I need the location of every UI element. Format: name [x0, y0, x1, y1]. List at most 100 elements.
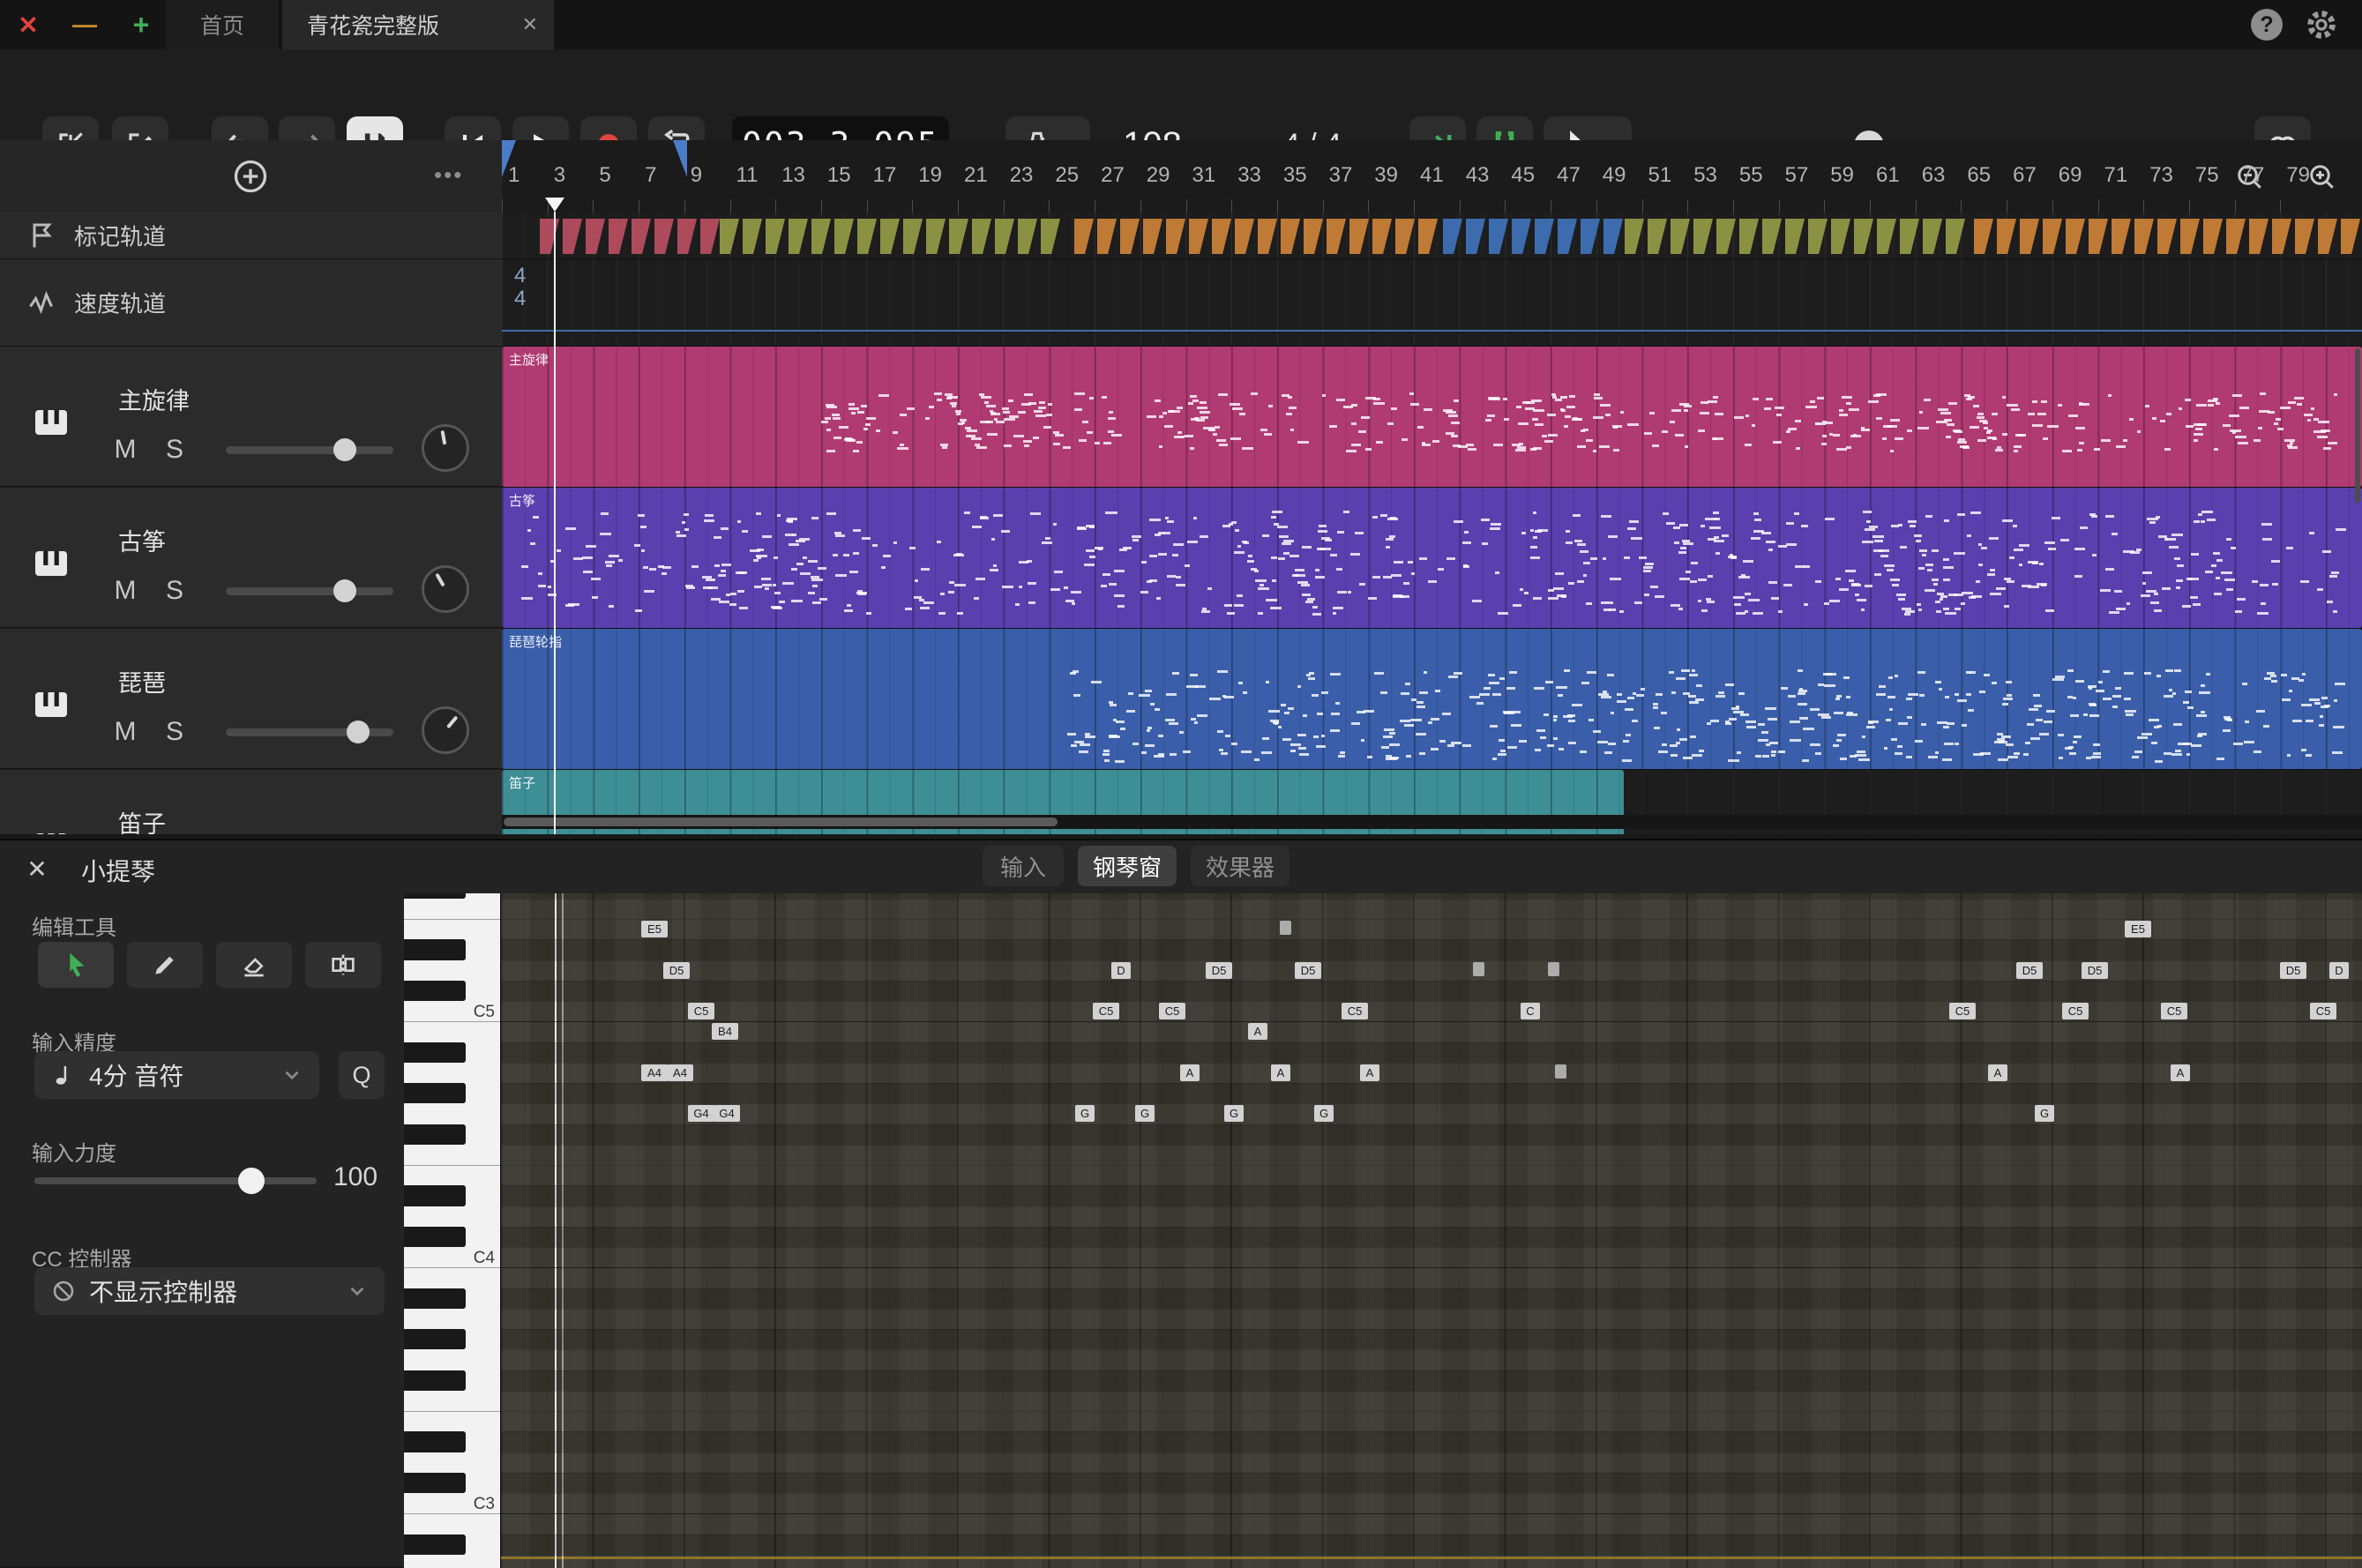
add-track-button[interactable]: [231, 157, 270, 196]
loop-end-marker[interactable]: [673, 140, 687, 177]
marker-track-header[interactable]: 标记轨道: [0, 213, 502, 259]
track-header[interactable]: 主旋律MS: [0, 347, 502, 487]
midi-note[interactable]: A: [1360, 1064, 1379, 1081]
piano-black-key[interactable]: [404, 1227, 466, 1247]
marker-flag[interactable]: [1854, 219, 1873, 254]
marker-flag[interactable]: [1466, 219, 1485, 254]
marker-lane[interactable]: [502, 213, 2362, 259]
precision-dropdown[interactable]: 4分 音符: [34, 1051, 319, 1099]
marker-flag[interactable]: [2066, 219, 2085, 254]
marker-flag[interactable]: [1785, 219, 1805, 254]
marker-flag[interactable]: [2089, 219, 2108, 254]
marker-flag[interactable]: [654, 219, 674, 254]
midi-note[interactable]: G: [2035, 1105, 2054, 1122]
marker-flag[interactable]: [1762, 219, 1782, 254]
help-button[interactable]: ?: [2251, 9, 2283, 41]
midi-note[interactable]: [1548, 962, 1559, 976]
pan-knob[interactable]: [422, 424, 469, 472]
mute-button[interactable]: M: [108, 435, 143, 465]
midi-note[interactable]: A: [2171, 1064, 2190, 1081]
marker-flag[interactable]: [2249, 219, 2269, 254]
midi-note[interactable]: E5: [2125, 921, 2151, 937]
marker-flag[interactable]: [1041, 219, 1060, 254]
marker-flag[interactable]: [995, 219, 1014, 254]
marker-flag[interactable]: [2295, 219, 2314, 254]
marker-flag[interactable]: [2180, 219, 2200, 254]
solo-button[interactable]: S: [157, 576, 192, 606]
marker-flag[interactable]: [1693, 219, 1713, 254]
midi-note[interactable]: D5: [2280, 962, 2306, 979]
midi-note[interactable]: G4: [714, 1105, 740, 1122]
editor-close-button[interactable]: ✕: [21, 853, 53, 885]
midi-note[interactable]: A4: [641, 1064, 668, 1081]
midi-note[interactable]: D: [2329, 962, 2349, 979]
marker-flag[interactable]: [1946, 219, 1965, 254]
midi-note[interactable]: [1280, 921, 1291, 935]
marker-flag[interactable]: [1581, 219, 1600, 254]
marker-flag[interactable]: [1235, 219, 1254, 254]
mute-button[interactable]: M: [108, 576, 143, 606]
midi-note[interactable]: A4: [667, 1064, 693, 1081]
piano-black-key[interactable]: [404, 1288, 466, 1309]
marker-flag[interactable]: [743, 219, 762, 254]
window-close-button[interactable]: ✕: [11, 0, 46, 49]
tempo-lane[interactable]: 4 4: [502, 259, 2362, 347]
marker-flag[interactable]: [1558, 219, 1577, 254]
marker-flag[interactable]: [540, 219, 559, 254]
piano-black-key[interactable]: [404, 1042, 466, 1063]
solo-button[interactable]: S: [157, 717, 192, 747]
marker-flag[interactable]: [1372, 219, 1392, 254]
mute-button[interactable]: M: [108, 717, 143, 747]
vertical-scrollbar[interactable]: [2355, 348, 2360, 832]
midi-note[interactable]: C5: [1159, 1003, 1185, 1019]
piano-black-key[interactable]: [404, 981, 466, 1001]
marker-flag[interactable]: [1327, 219, 1346, 254]
tempo-curve-line[interactable]: [502, 330, 2362, 332]
piano-black-key[interactable]: [404, 939, 466, 959]
playhead-marker[interactable]: [545, 198, 564, 212]
marker-flag[interactable]: [632, 219, 651, 254]
window-minimize-button[interactable]: —: [67, 0, 102, 49]
solo-button[interactable]: S: [157, 435, 192, 465]
midi-clip[interactable]: 古筝: [502, 488, 2362, 628]
midi-note[interactable]: C5: [2161, 1003, 2187, 1019]
midi-note[interactable]: [1473, 962, 1484, 976]
marker-flag[interactable]: [1143, 219, 1162, 254]
marker-flag[interactable]: [563, 219, 582, 254]
marker-flag[interactable]: [857, 219, 877, 254]
horizontal-scrollbar-thumb[interactable]: [504, 818, 1058, 826]
editor-tab-input[interactable]: 输入: [983, 846, 1064, 886]
tab-home[interactable]: 首页: [166, 0, 279, 49]
midi-note[interactable]: D5: [1295, 962, 1321, 979]
marker-flag[interactable]: [720, 219, 739, 254]
tab-close-icon[interactable]: ✕: [522, 13, 538, 36]
pan-knob[interactable]: [422, 565, 469, 613]
select-tool-button[interactable]: [38, 942, 114, 988]
marker-flag[interactable]: [1304, 219, 1323, 254]
marker-flag[interactable]: [1189, 219, 1208, 254]
horizontal-scrollbar[interactable]: [502, 815, 2362, 829]
settings-gear-icon[interactable]: [2304, 7, 2339, 42]
marker-flag[interactable]: [926, 219, 946, 254]
marker-flag[interactable]: [1603, 219, 1623, 254]
vertical-scrollbar-thumb[interactable]: [2355, 348, 2360, 503]
marker-flag[interactable]: [1018, 219, 1037, 254]
marker-flag[interactable]: [1074, 219, 1094, 254]
midi-note[interactable]: C5: [1342, 1003, 1368, 1019]
marker-flag[interactable]: [1648, 219, 1667, 254]
marker-flag[interactable]: [1512, 219, 1531, 254]
piano-black-key[interactable]: [404, 1431, 466, 1452]
marker-flag[interactable]: [1923, 219, 1942, 254]
track-lane[interactable]: 琵琶轮指: [502, 629, 2362, 770]
piano-keyboard[interactable]: C5C4C3: [404, 893, 500, 1568]
marker-flag[interactable]: [1997, 219, 2016, 254]
piano-black-key[interactable]: [404, 1473, 466, 1493]
midi-note[interactable]: D5: [2016, 962, 2043, 979]
midi-note[interactable]: D5: [1206, 962, 1232, 979]
midi-note[interactable]: B4: [712, 1023, 738, 1040]
pan-knob[interactable]: [422, 706, 469, 754]
marker-flag[interactable]: [811, 219, 831, 254]
marker-flag[interactable]: [2272, 219, 2291, 254]
midi-note[interactable]: G: [1224, 1105, 1244, 1122]
marker-flag[interactable]: [2157, 219, 2177, 254]
